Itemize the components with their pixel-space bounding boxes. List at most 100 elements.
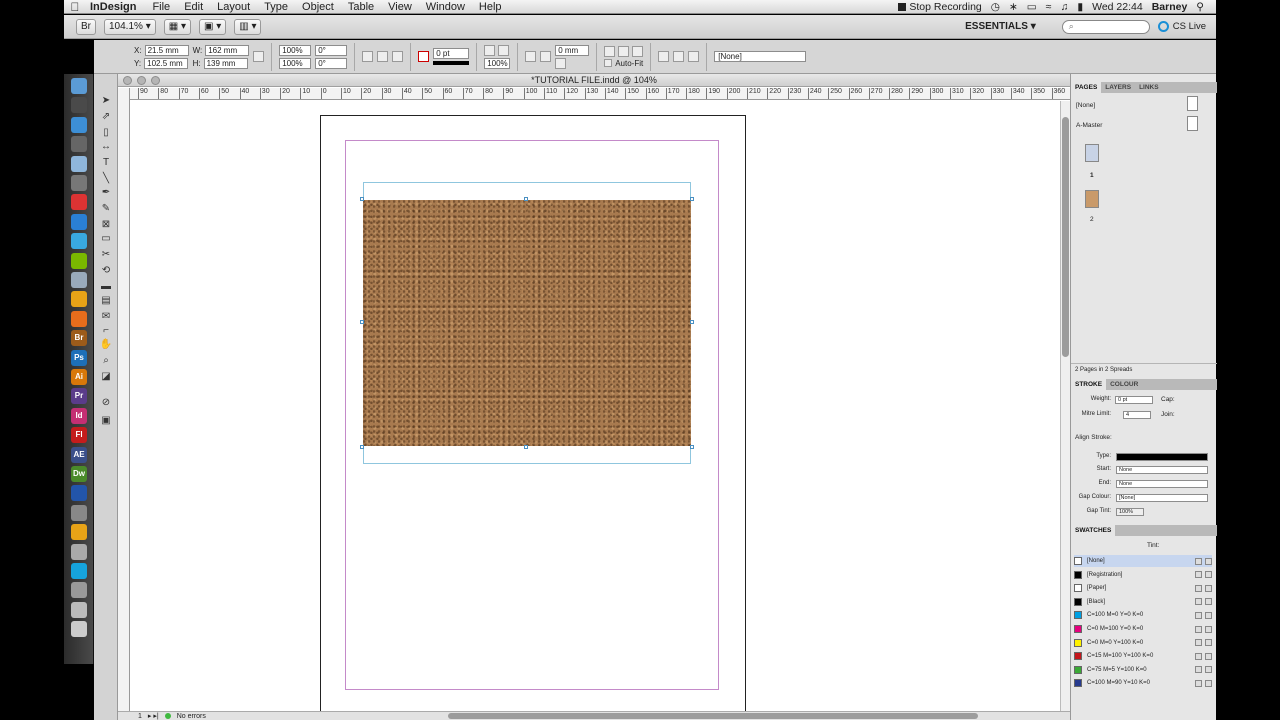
app-menu[interactable]: InDesign [86, 1, 145, 13]
direct-selection-tool-icon[interactable]: ⇗ [99, 110, 113, 124]
gap-tint-field[interactable]: 100% [1116, 508, 1144, 516]
menu-layout[interactable]: Layout [210, 1, 257, 13]
rotate-cw-icon[interactable] [362, 51, 374, 62]
firefox-icon[interactable] [71, 310, 87, 327]
selection-tool-icon[interactable]: ➤ [99, 94, 113, 108]
vertical-scrollbar[interactable] [1060, 101, 1070, 711]
y-field[interactable]: 102.5 mm [144, 57, 189, 69]
gap-colour-select[interactable]: [None] [1116, 494, 1208, 502]
trash-icon[interactable] [71, 621, 87, 638]
mitre-field[interactable]: 4 [1123, 411, 1151, 419]
chrome-icon[interactable] [71, 291, 87, 308]
swatch-row[interactable]: C=0 M=100 Y=0 K=0 [1074, 623, 1212, 635]
opacity-field[interactable]: 100% [484, 57, 511, 69]
scroll-thumb[interactable] [1062, 117, 1069, 357]
bridge-button[interactable]: Br [76, 18, 96, 35]
tab-pages[interactable]: PAGES [1071, 82, 1102, 93]
zoom-level-dropdown[interactable]: 104.1% ▾ [104, 18, 156, 35]
itunes-icon[interactable] [71, 213, 87, 230]
apple-icon[interactable]:  [64, 0, 86, 14]
documents-icon[interactable] [71, 601, 87, 618]
resize-handle-br[interactable] [690, 445, 694, 449]
display-icon[interactable]: ▭ [1027, 1, 1037, 13]
minimize-icon[interactable] [137, 76, 146, 85]
tab-colour[interactable]: COLOUR [1106, 379, 1142, 390]
safari-icon[interactable] [71, 116, 87, 133]
downloads-icon[interactable] [71, 582, 87, 599]
gradient-swatch-tool-icon[interactable]: ▬ [99, 280, 113, 294]
page-number-field[interactable]: 1 [138, 713, 142, 720]
tab-swatches[interactable]: SWATCHES [1071, 525, 1116, 536]
corner-options-icon[interactable] [555, 57, 567, 69]
pasteboard[interactable] [130, 101, 1060, 715]
clock[interactable]: Wed 22:44 [1092, 1, 1143, 13]
effects-icon[interactable] [498, 44, 510, 56]
select-container-icon[interactable] [392, 51, 404, 62]
fill-swatch-icon[interactable] [418, 51, 430, 62]
none-master-label[interactable]: [None] [1076, 102, 1095, 109]
photo-icon[interactable] [71, 175, 87, 191]
menu-help[interactable]: Help [472, 1, 509, 13]
bridge-icon[interactable]: Br [71, 330, 87, 347]
resize-handle-t[interactable] [524, 197, 528, 201]
dreamweaver-icon[interactable]: Dw [71, 466, 87, 482]
spotlight-icon[interactable]: ⚲ [1196, 1, 1204, 13]
screen-mode-button[interactable]: ▣ ▾ [198, 18, 227, 35]
vertical-ruler[interactable] [118, 88, 130, 712]
align-left-icon[interactable] [658, 51, 670, 62]
swatch-row[interactable]: [None] [1074, 555, 1212, 567]
constrain-proportions-icon[interactable] [253, 51, 265, 62]
gap-tool-icon[interactable]: ↔ [99, 140, 113, 154]
horizontal-ruler[interactable]: 90 80 70 60 50 40 30 20 10 0 10 20 30 40 50 60 70 80 90 100… [130, 88, 1070, 100]
document-page[interactable] [320, 115, 746, 715]
end-select[interactable]: None [1116, 480, 1208, 488]
cork-board-image[interactable] [360, 197, 694, 449]
photoshop-icon[interactable]: Ps [71, 349, 87, 366]
resize-handle-l[interactable] [360, 320, 364, 324]
tab-stroke[interactable]: STROKE [1071, 379, 1107, 390]
swatch-row[interactable]: [Registration] [1074, 569, 1212, 581]
user-menu[interactable]: Barney [1152, 1, 1188, 13]
mission-control-icon[interactable] [71, 136, 87, 153]
menu-type[interactable]: Type [257, 1, 295, 13]
stroke-weight-field[interactable]: 0 pt [433, 48, 470, 59]
menu-edit[interactable]: Edit [177, 1, 210, 13]
apply-none-icon[interactable]: ⊘ [99, 396, 113, 410]
height-field[interactable]: 139 mm [203, 57, 248, 69]
hand-tool-icon[interactable]: ✋ [99, 338, 113, 352]
flip-horizontal-icon[interactable] [377, 51, 389, 62]
spotify-icon[interactable] [71, 252, 87, 269]
preview-icon[interactable] [71, 272, 87, 288]
skype-icon[interactable] [71, 563, 87, 579]
text-wrap-icon[interactable] [525, 51, 537, 62]
resize-handle-b[interactable] [524, 445, 528, 449]
screen-mode-icon[interactable]: ▣ [99, 414, 113, 428]
swatch-row[interactable]: C=75 M=5 Y=100 K=0 [1074, 664, 1212, 676]
weight-field[interactable]: 0 pt [1115, 396, 1153, 404]
resize-handle-tl[interactable] [360, 197, 364, 201]
fit-content-icon[interactable] [604, 45, 616, 57]
tab-layers[interactable]: LAYERS [1101, 82, 1135, 93]
calendar-icon[interactable] [71, 194, 87, 211]
indesign-icon[interactable]: Id [71, 407, 87, 424]
swatch-row[interactable]: [Paper] [1074, 582, 1212, 594]
arrange-documents-button[interactable]: ▥ ▾ [234, 18, 262, 35]
page-tool-icon[interactable]: ▯ [99, 126, 113, 140]
rectangle-frame-tool-icon[interactable]: ⊠ [99, 218, 113, 232]
menu-file[interactable]: File [145, 1, 177, 13]
scissors-tool-icon[interactable]: ✂ [99, 248, 113, 262]
bluetooth-icon[interactable]: ∗ [1009, 1, 1018, 13]
preflight-status[interactable]: No errors [177, 713, 206, 720]
acrobat-icon[interactable] [71, 485, 87, 502]
menu-table[interactable]: Table [341, 1, 381, 13]
twitter-icon[interactable] [71, 233, 87, 250]
free-transform-tool-icon[interactable]: ⟲ [99, 264, 113, 278]
fit-frame-icon[interactable] [618, 45, 630, 57]
mail-icon[interactable] [71, 155, 87, 172]
page-1-thumb[interactable] [1085, 144, 1099, 162]
pen-tool-icon[interactable]: ✒ [99, 186, 113, 200]
text-wrap-around-icon[interactable] [540, 51, 552, 62]
offset-field[interactable]: 0 mm [555, 44, 590, 56]
stroke-type-preview[interactable] [433, 61, 470, 65]
center-content-icon[interactable] [632, 45, 644, 57]
